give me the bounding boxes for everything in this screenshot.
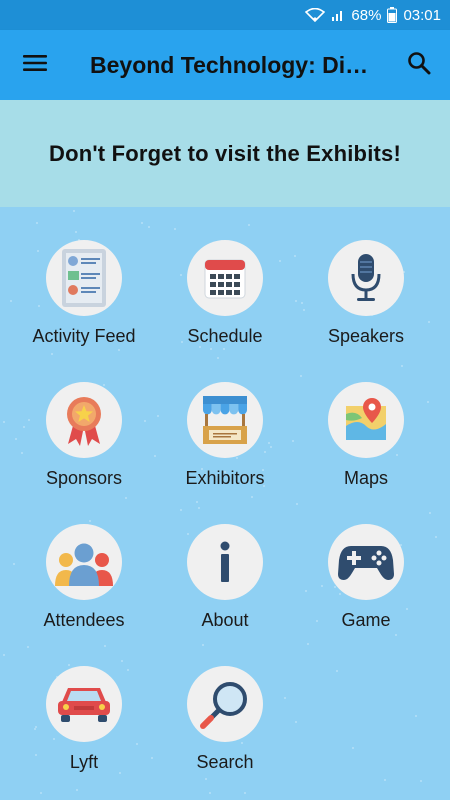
background-speck	[76, 789, 78, 791]
app-bar: Beyond Technology: Di…	[0, 30, 450, 100]
tile-game[interactable]: Game	[291, 491, 441, 631]
tile-schedule[interactable]: Schedule	[150, 207, 300, 347]
gamepad-icon	[337, 542, 395, 582]
background-speck	[307, 643, 309, 645]
tile-icon-circle	[187, 666, 263, 742]
search-button[interactable]	[388, 30, 450, 100]
tile-lyft[interactable]: Lyft	[9, 633, 159, 773]
status-bar: 68% 03:01	[0, 0, 450, 30]
tile-icon-circle	[328, 240, 404, 316]
tile-label: Lyft	[69, 752, 99, 772]
background-speck	[352, 747, 354, 749]
magnifier-icon	[200, 679, 250, 729]
tile-speakers[interactable]: Speakers	[291, 207, 441, 347]
background-speck	[40, 792, 42, 794]
microphone-icon	[348, 252, 384, 304]
info-icon	[218, 541, 232, 583]
background-speck	[395, 634, 397, 636]
tile-label: Search	[196, 752, 254, 772]
people-icon	[52, 538, 116, 586]
battery-icon	[387, 7, 398, 23]
menu-button[interactable]	[0, 30, 70, 100]
tile-label: About	[201, 610, 249, 630]
background-speck	[244, 792, 246, 794]
clock: 03:01	[403, 6, 441, 24]
tile-activity-feed[interactable]: Activity Feed	[9, 207, 159, 347]
banner-text: Don't Forget to visit the Exhibits!	[48, 140, 401, 166]
tile-icon-circle	[328, 382, 404, 458]
tile-maps[interactable]: Maps	[291, 349, 441, 489]
background-speck	[209, 792, 211, 794]
tile-icon-circle	[187, 382, 263, 458]
background-speck	[3, 421, 5, 423]
app-title: Beyond Technology: Di…	[90, 51, 369, 78]
tile-icon-circle	[328, 524, 404, 600]
tile-sponsors[interactable]: Sponsors	[9, 349, 159, 489]
hamburger-menu-icon	[23, 54, 47, 77]
tile-search[interactable]: Search	[150, 633, 300, 773]
tile-label: Maps	[343, 468, 388, 488]
map-pin-icon	[342, 396, 390, 444]
tile-attendees[interactable]: Attendees	[9, 491, 159, 631]
background-speck	[420, 780, 422, 782]
tile-label: Activity Feed	[32, 326, 136, 346]
tile-about[interactable]: About	[150, 491, 300, 631]
tile-label: Schedule	[187, 326, 263, 346]
tile-icon-circle	[187, 240, 263, 316]
background-speck	[384, 779, 386, 781]
tile-icon-circle	[46, 524, 122, 600]
background-speck	[415, 715, 417, 717]
tile-label: Sponsors	[45, 468, 123, 488]
tile-exhibitors[interactable]: Exhibitors	[150, 349, 300, 489]
announcement-banner[interactable]: Don't Forget to visit the Exhibits!	[0, 100, 450, 207]
tile-icon-circle	[46, 666, 122, 742]
wifi-icon	[305, 8, 326, 22]
tile-icon-circle	[46, 240, 122, 316]
tile-label: Attendees	[43, 610, 125, 630]
car-icon	[56, 684, 112, 724]
activity-feed-icon	[58, 247, 110, 309]
background-speck	[3, 654, 5, 656]
tile-label: Game	[341, 610, 391, 630]
background-speck	[336, 670, 338, 672]
tile-label: Speakers	[327, 326, 405, 346]
tile-icon-circle	[187, 524, 263, 600]
battery-percent: 68%	[351, 6, 382, 24]
tile-label: Exhibitors	[185, 468, 265, 488]
calendar-icon	[203, 256, 247, 300]
search-icon	[407, 51, 431, 80]
signal-icon	[331, 8, 345, 22]
award-ribbon-icon	[62, 394, 106, 446]
booth-icon	[200, 394, 250, 446]
tile-icon-circle	[46, 382, 122, 458]
background-speck	[205, 778, 207, 780]
